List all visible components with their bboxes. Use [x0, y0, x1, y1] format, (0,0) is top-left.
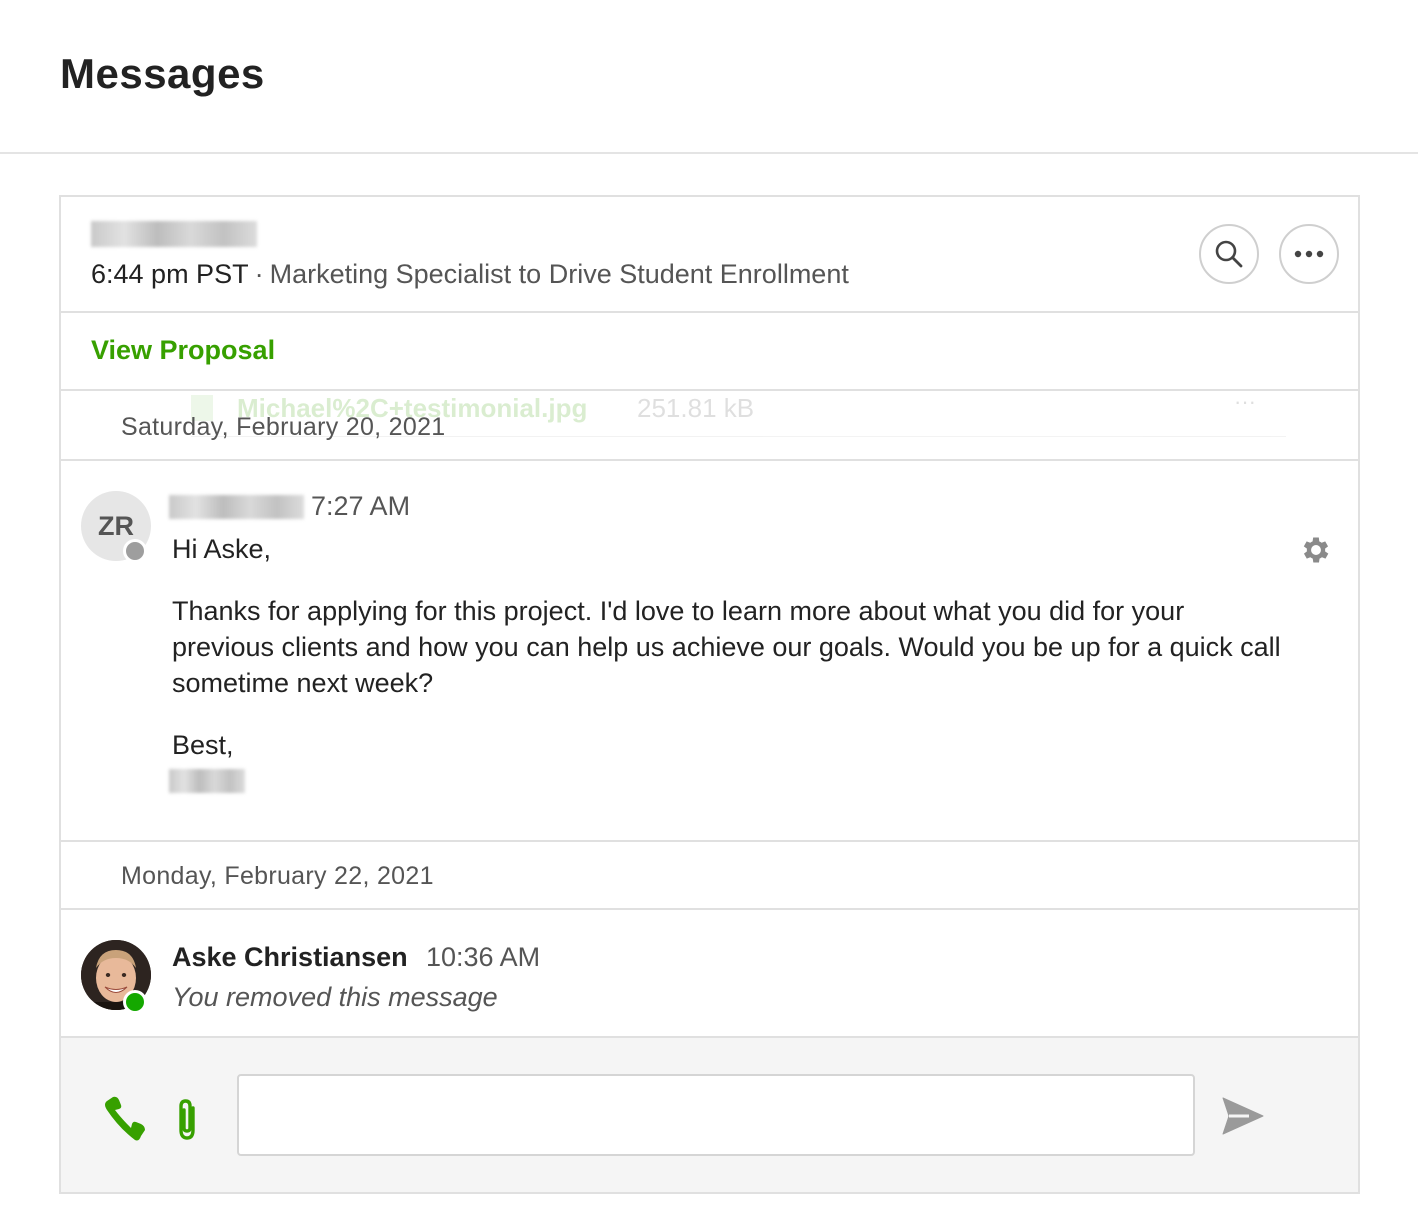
search-button[interactable]: [1199, 224, 1259, 284]
meta-separator: ·: [254, 259, 264, 289]
page-header: Messages: [0, 0, 1418, 154]
send-icon[interactable]: [1219, 1094, 1267, 1138]
message-closing: Best,: [172, 730, 234, 760]
online-status-icon: [123, 990, 147, 1014]
date-divider-label: Saturday, February 20, 2021: [121, 413, 446, 441]
date-divider: Monday, February 22, 2021: [61, 842, 1358, 910]
message-time: 10:36 AM: [426, 942, 541, 972]
message-time: 7:27 AM: [311, 491, 411, 521]
proposal-bar: View Proposal: [61, 313, 1358, 391]
phone-icon[interactable]: [101, 1096, 149, 1144]
more-horizontal-icon: [1294, 250, 1324, 258]
search-icon: [1215, 240, 1243, 268]
paperclip-icon[interactable]: [169, 1096, 205, 1144]
local-time: 6:44 pm PST: [91, 259, 249, 289]
message-input[interactable]: [237, 1074, 1195, 1156]
contact-name-redacted: [91, 221, 257, 247]
view-proposal-link[interactable]: View Proposal: [91, 335, 275, 366]
sender-name-redacted: [169, 495, 304, 519]
gear-icon[interactable]: [1299, 533, 1333, 567]
job-title[interactable]: Marketing Specialist to Drive Student En…: [270, 259, 849, 289]
message-panel: 6:44 pm PST · Marketing Specialist to Driv…: [59, 195, 1360, 1194]
message-body: Hi Aske, Thanks for applying for this pr…: [172, 531, 1282, 763]
message-item: Aske Christiansen 10:36 AM You removed t…: [61, 910, 1358, 1036]
message-item: ZR 7:27 AM Hi Aske, Thanks for applying …: [61, 461, 1358, 842]
date-divider: Saturday, February 20, 2021: [61, 391, 1358, 461]
sender-name[interactable]: Aske Christiansen: [172, 942, 408, 973]
conversation-meta: 6:44 pm PST · Marketing Specialist to Driv…: [91, 259, 849, 290]
page-title: Messages: [60, 50, 265, 97]
signature-redacted: [169, 769, 245, 793]
conversation-header: 6:44 pm PST · Marketing Specialist to Driv…: [61, 197, 1358, 313]
removed-message-notice: You removed this message: [172, 982, 498, 1012]
offline-status-icon: [123, 539, 147, 563]
message-greeting: Hi Aske,: [172, 534, 272, 564]
more-options-button[interactable]: [1279, 224, 1339, 284]
date-divider-label: Monday, February 22, 2021: [121, 862, 434, 890]
message-thread[interactable]: Michael%2C+testimonial.jpg 251.81 kB ···…: [61, 391, 1358, 1036]
message-paragraph: Thanks for applying for this project. I'…: [172, 596, 1281, 698]
message-composer: [61, 1036, 1358, 1192]
